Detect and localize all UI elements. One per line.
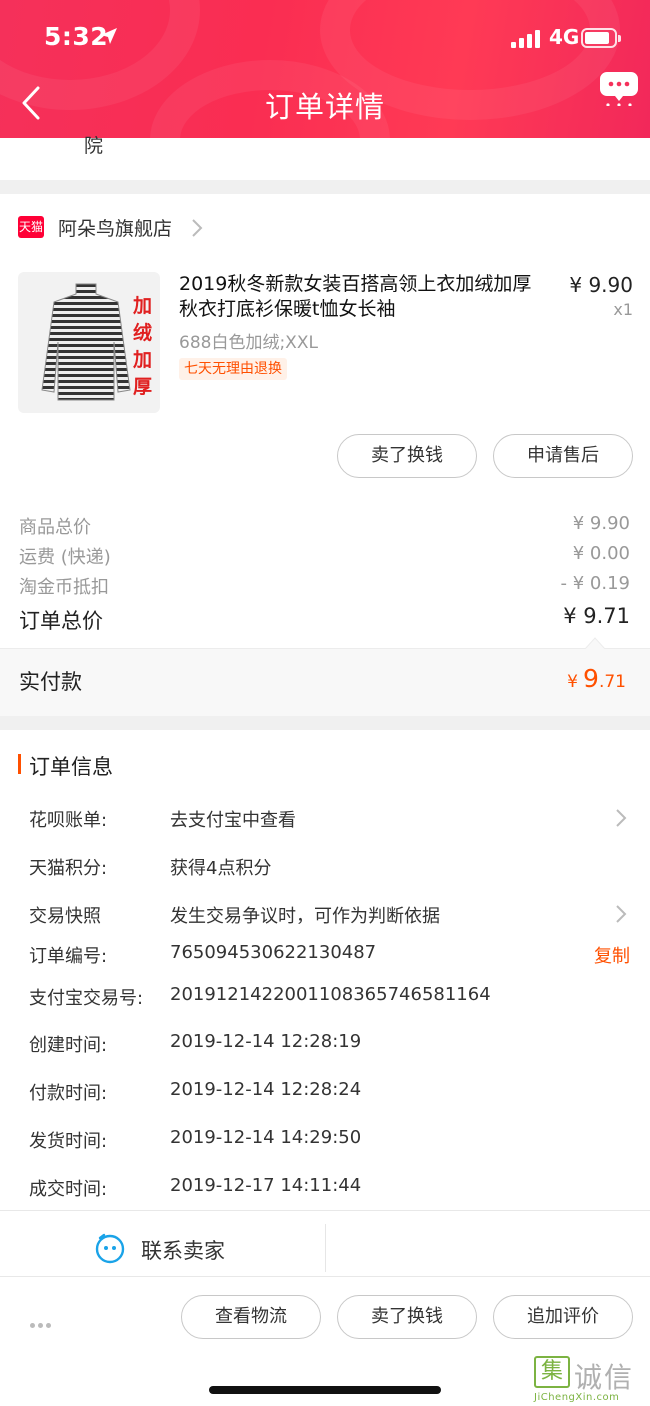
signal-icon	[511, 30, 543, 48]
alipay-trade-value: 2019121422001108365746581164	[170, 984, 491, 1005]
section-divider	[0, 716, 650, 730]
view-logistics-button[interactable]: 查看物流	[181, 1295, 321, 1339]
completed-time-label: 成交时间:	[29, 1179, 108, 1200]
sell-for-cash-button-bottom[interactable]: 卖了换钱	[337, 1295, 477, 1339]
add-review-button[interactable]: 追加评价	[493, 1295, 633, 1339]
paid-amount-box	[0, 648, 650, 716]
image-text-3: 加	[132, 349, 152, 371]
product-price: ¥ 9.90	[569, 273, 633, 297]
chevron-right-icon[interactable]	[190, 218, 204, 238]
home-indicator[interactable]	[209, 1386, 441, 1394]
paid-amount: ¥ 9.71	[567, 664, 626, 693]
product-sku: 688白色加绒;XXL	[179, 333, 318, 353]
coin-deduction-value: - ¥ 0.19	[560, 573, 630, 594]
order-number-value: 765094530622130487	[170, 942, 377, 963]
contact-seller-button[interactable]: 联系卖家	[141, 1235, 225, 1265]
points-value: 获得4点积分	[170, 858, 272, 879]
huabei-link[interactable]: 去支付宝中查看	[170, 806, 296, 832]
more-menu-icon[interactable]	[599, 70, 639, 106]
paid-currency: ¥	[567, 672, 578, 692]
completed-time-value: 2019-12-17 14:11:44	[170, 1175, 362, 1196]
created-time-value: 2019-12-14 12:28:19	[170, 1031, 362, 1052]
paid-integer: 9	[583, 664, 599, 693]
paid-decimal: .71	[598, 672, 626, 692]
sell-for-cash-button[interactable]: 卖了换钱	[337, 434, 477, 478]
order-total-label: 订单总价	[19, 609, 103, 633]
vertical-divider	[325, 1224, 326, 1272]
striped-turtleneck-image: 加 绒 加 厚	[41, 283, 152, 401]
divider	[0, 1276, 650, 1277]
product-title[interactable]: 2019秋冬新款女装百搭高领上衣加绒加厚秋衣打底衫保暖t恤女长袖	[179, 272, 549, 322]
header-bar: 5:32 4G 订单详情	[0, 0, 650, 138]
image-text-1: 加	[132, 295, 152, 317]
created-time-label: 创建时间:	[29, 1035, 108, 1056]
snapshot-link[interactable]: 发生交易争议时，可作为判断依据	[170, 902, 440, 928]
more-options-icon[interactable]	[30, 1313, 54, 1332]
return-policy-badge: 七天无理由退换	[179, 358, 287, 380]
after-sale-button[interactable]: 申请售后	[493, 434, 633, 478]
watermark-logo: 集	[534, 1356, 570, 1388]
chevron-right-icon[interactable]	[614, 904, 628, 924]
coin-deduction-label: 淘金币抵扣	[19, 577, 109, 598]
store-name-link[interactable]: 阿朵鸟旗舰店	[58, 214, 172, 241]
image-text-2: 绒	[133, 321, 152, 344]
shipping-label: 运费 (快递)	[19, 547, 111, 568]
section-accent-bar	[18, 754, 21, 774]
shipped-time-label: 发货时间:	[29, 1131, 108, 1152]
watermark: 集 诚信 JiChengXin.com	[534, 1356, 648, 1404]
huabei-label: 花呗账单:	[29, 810, 108, 831]
goods-total-label: 商品总价	[19, 517, 91, 538]
chevron-right-icon[interactable]	[614, 808, 628, 828]
chat-bubble-icon[interactable]	[94, 1232, 126, 1264]
product-quantity: x1	[613, 300, 633, 319]
paid-time-label: 付款时间:	[29, 1083, 108, 1104]
page-title: 订单详情	[264, 90, 385, 124]
previous-section-text: 院	[84, 135, 104, 157]
order-total-value: ¥ 9.71	[563, 604, 630, 628]
network-type: 4G	[549, 25, 580, 49]
goods-total-value: ¥ 9.90	[572, 513, 630, 534]
shipped-time-value: 2019-12-14 14:29:50	[170, 1127, 362, 1148]
section-divider	[0, 180, 650, 194]
image-text-4: 厚	[133, 376, 152, 398]
location-arrow-icon	[101, 28, 117, 44]
product-image[interactable]: 加 绒 加 厚	[18, 272, 160, 413]
watermark-text: 诚信	[574, 1361, 635, 1394]
shipping-value: ¥ 0.00	[572, 543, 630, 564]
status-time: 5:32	[44, 22, 109, 51]
points-label: 天猫积分:	[29, 858, 108, 879]
watermark-url: JiChengXin.com	[534, 1392, 620, 1403]
paid-label: 实付款	[19, 670, 82, 694]
snapshot-label: 交易快照	[29, 906, 101, 927]
caret-up-icon	[585, 637, 605, 649]
divider	[0, 1210, 650, 1211]
order-info-title: 订单信息	[29, 755, 113, 779]
copy-button[interactable]: 复制	[594, 942, 630, 968]
battery-icon	[581, 28, 621, 48]
tmall-badge: 天猫	[18, 216, 44, 238]
alipay-trade-label: 支付宝交易号:	[29, 988, 144, 1009]
order-number-label: 订单编号:	[29, 946, 108, 967]
paid-time-value: 2019-12-14 12:28:24	[170, 1079, 362, 1100]
